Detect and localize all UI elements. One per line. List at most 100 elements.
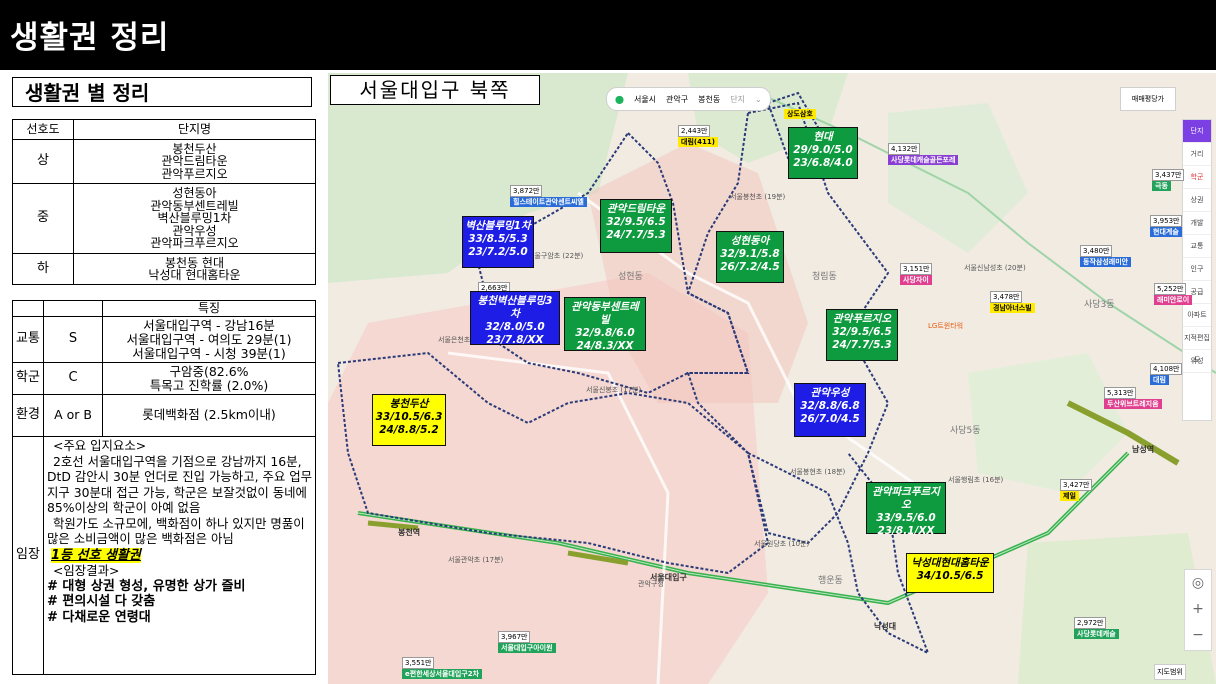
complex-stat: 24/8.8/5.2 <box>379 424 439 436</box>
price-tag: 2,972만 사당롯데캐슬 <box>1074 617 1119 639</box>
complex-box-park[interactable]: 관악파크푸르지오 33/9.5/6.0 23/8.1/XX <box>866 482 946 537</box>
zoom-in-button[interactable]: + <box>1185 596 1211 622</box>
price-tag: 상도삼호 <box>784 109 816 119</box>
district-label: 사당5동 <box>950 426 981 436</box>
complex-title: 관악동부센트레빌 <box>571 301 639 326</box>
price-filter-select[interactable]: 매매평당가 <box>1120 87 1176 111</box>
complex-title: 봉천벽산블루밍3차 <box>477 295 553 320</box>
feature-grade: C <box>43 362 103 395</box>
complex-stat: 33/8.5/5.3 <box>468 233 528 245</box>
tool-complex[interactable]: 단지 <box>1183 120 1211 143</box>
summary-subtitle: 생활권 별 정리 <box>12 77 312 107</box>
price-value: 3,872만 <box>510 185 543 197</box>
complex-box-byeoksan3[interactable]: 봉천벽산블루밍3차 32/8.0/5.0 23/7.8/XX <box>470 291 560 346</box>
tool-apartment[interactable]: 아파트 <box>1183 304 1211 327</box>
map-title: 서울대입구 북쪽 <box>330 75 540 105</box>
map-view[interactable]: 서울대입구 북쪽 ⬤ 서울시 관악구 봉천동 단지 ⌄ 매매평당가 단지 거리 … <box>328 73 1216 684</box>
opinion-heading: <임장결과> <box>53 563 120 578</box>
price-name: 대림(411) <box>678 137 718 147</box>
feature-grade: A or B <box>43 394 103 437</box>
pref-grade: 상 <box>12 139 74 184</box>
complex-name: 관악파크푸르지오 <box>150 236 239 251</box>
title-bar: 생활권 정리 <box>0 0 1216 70</box>
feature-desc: 서울대입구역 - 강남16분 서울대입구역 - 여의도 29분(1) 서울대입구… <box>102 316 316 363</box>
price-name: 극동 <box>1152 181 1171 191</box>
tool-satellite[interactable]: 위성 <box>1183 350 1211 373</box>
complex-stat: 32/9.5/6.5 <box>832 326 892 338</box>
pref-header-name: 단지명 <box>73 119 316 140</box>
pref-names: 봉천두산 관악드림타운 관악푸르지오 <box>73 139 316 184</box>
complex-box-nakseong[interactable]: 낙성대현대홈타운 34/10.5/6.5 <box>906 553 994 593</box>
summary-panel: 생활권 별 정리 선호도 단지명 상 봉천두산 관악드림타운 관악푸르지오 중 … <box>0 73 322 684</box>
complex-box-byeoksan[interactable]: 벽산블루밍1차 33/8.5/5.3 23/7.2/5.0 <box>462 216 534 268</box>
price-value: 3,151만 <box>900 263 933 275</box>
price-name: 대림 <box>1150 375 1169 385</box>
tool-commerce[interactable]: 상권 <box>1183 189 1211 212</box>
complex-name: 벽산블루밍1차 <box>157 211 232 226</box>
complex-stat: 33/9.5/6.0 <box>876 512 936 524</box>
price-value: 5,252만 <box>1154 283 1187 295</box>
complex-box-prugio[interactable]: 관악푸르지오 32/9.5/6.5 24/7.7/5.3 <box>826 309 898 361</box>
complex-name: 관악푸르지오 <box>161 166 228 181</box>
complex-stat: 23/6.8/4.0 <box>793 157 853 169</box>
station-label: 남성역 <box>1132 445 1155 454</box>
location-pin-icon: ⬤ <box>615 94 624 104</box>
tool-development[interactable]: 개발 <box>1183 212 1211 235</box>
map-location-bar[interactable]: ⬤ 서울시 관악구 봉천동 단지 ⌄ <box>606 87 771 111</box>
price-tag: 3,967만 서울대입구아이원 <box>498 631 556 653</box>
price-tag: 3,480만 동작삼성래미안 <box>1080 245 1132 267</box>
feature-line: 구암중(82.6% <box>169 363 249 379</box>
feature-label: 교통 <box>12 316 44 363</box>
complex-title: 관악파크푸르지오 <box>872 486 940 511</box>
tool-cadastral[interactable]: 지적편집도 <box>1183 327 1211 364</box>
price-name: 동작삼성래미안 <box>1080 257 1132 267</box>
feature-label: 임장 <box>12 436 44 675</box>
feature-corner <box>43 300 103 317</box>
map-background <box>328 73 1216 684</box>
opinion-paragraph: 2호선 서울대입구역을 기점으로 강남까지 16분, DtD 감안시 30분 언… <box>47 453 313 516</box>
school-label: 서울원당초 (10분) <box>754 540 810 548</box>
complex-box-dream[interactable]: 관악드림타운 32/9.5/6.5 24/7.7/5.3 <box>600 199 672 253</box>
complex-box-woosung[interactable]: 관악우성 32/8.8/6.8 26/7.0/4.5 <box>794 383 866 437</box>
tool-school[interactable]: 학군 <box>1183 166 1211 189</box>
price-tag: 5,313만 두산위브트레지움 <box>1104 387 1162 409</box>
pref-names: 성현동아 관악동부센트레빌 벽산블루밍1차 관악우성 관악파크푸르지오 <box>73 183 316 254</box>
complex-box-doosan[interactable]: 봉천두산 33/10.5/6.3 24/8.8/5.2 <box>372 394 446 446</box>
tool-population[interactable]: 인구 <box>1183 258 1211 281</box>
complex-title: 봉천두산 <box>389 398 429 410</box>
opinion-heading: <주요 입지요소> <box>53 438 147 453</box>
place-label: LG트윈타워 <box>928 322 964 330</box>
map-range-button[interactable]: 지도범위 <box>1154 664 1186 680</box>
complex-stat: 33/10.5/6.3 <box>375 411 443 423</box>
school-label: 서울신봉초 (17분) <box>586 386 642 394</box>
price-value: 5,313만 <box>1104 387 1137 399</box>
complex-box-hyundai[interactable]: 현대 29/9.0/5.0 23/6.8/4.0 <box>788 127 858 179</box>
price-name: 현대계슬 <box>1150 227 1182 237</box>
complex-stat: 24/8.3/XX <box>576 340 634 352</box>
school-label: 서울은천초 <box>438 336 471 344</box>
complex-stat: 32/8.0/5.0 <box>485 321 545 333</box>
zoom-out-button[interactable]: − <box>1185 622 1211 648</box>
price-name: 래미안로이 <box>1154 295 1193 305</box>
complex-stat: 32/9.1/5.8 <box>720 248 780 260</box>
tool-transport[interactable]: 교통 <box>1183 235 1211 258</box>
nav-district[interactable]: 관악구 <box>666 94 688 105</box>
complex-box-dongah[interactable]: 성현동아 32/9.1/5.8 26/7.2/4.5 <box>716 231 784 283</box>
price-name: 사당롯데캐슬골든포레 <box>888 155 959 165</box>
feature-line: 서울대입구역 - 강남16분 <box>143 317 275 333</box>
nav-city[interactable]: 서울시 <box>634 94 656 105</box>
complex-box-centre[interactable]: 관악동부센트레빌 32/9.8/6.0 24/8.3/XX <box>564 297 646 352</box>
locate-icon[interactable]: ◎ <box>1185 570 1211 596</box>
price-tag: 4,132만 사당롯데캐슬골든포레 <box>888 143 959 165</box>
price-value: 3,480만 <box>1080 245 1113 257</box>
price-name: e편한세상서울대입구2차 <box>402 669 483 679</box>
school-label: 서울봉현초 (18분) <box>790 468 846 476</box>
nav-filter[interactable]: 단지 <box>730 94 745 105</box>
price-value: 3,478만 <box>990 291 1023 303</box>
tool-distance[interactable]: 거리 <box>1183 143 1211 166</box>
feature-line: 서울대입구역 - 시청 39분(1) <box>132 345 286 361</box>
preference-table: 선호도 단지명 상 봉천두산 관악드림타운 관악푸르지오 중 성현동아 관악동부… <box>12 119 316 285</box>
nav-dong[interactable]: 봉천동 <box>698 94 720 105</box>
district-label: 행운동 <box>818 576 843 586</box>
result-item: # 다채로운 연령대 <box>47 609 151 625</box>
